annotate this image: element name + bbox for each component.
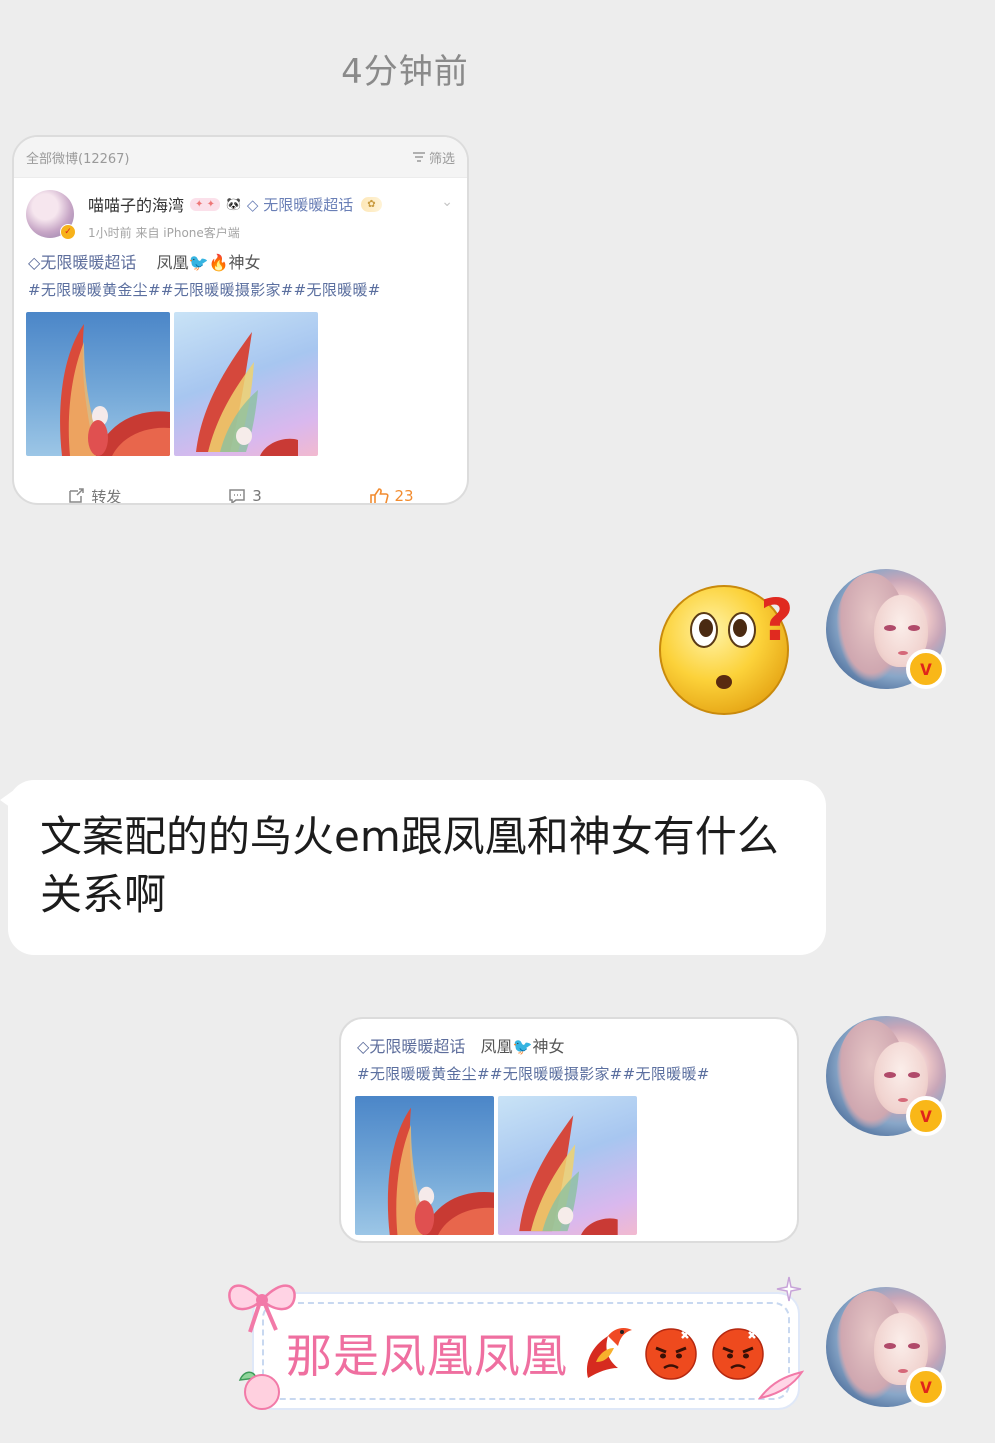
author-name[interactable]: 喵喵子的海湾: [88, 192, 184, 216]
post-meta: 喵喵子的海湾 ✦ ✦ 🐼 ◇ 无限暖暖超话 ✿ 1小时前 来自 iPhone客户…: [88, 190, 382, 241]
topic-icon: ◇: [357, 1037, 370, 1056]
comment-button[interactable]: 3: [228, 487, 262, 505]
sparkle-decoration: [776, 1276, 802, 1302]
post-text: ◇无限暖暖超话 凤凰🐦神女: [341, 1019, 797, 1057]
post-image-2[interactable]: [498, 1096, 637, 1235]
post-text-phoenix: 凤凰: [156, 253, 189, 272]
filter-button[interactable]: 筛选: [412, 148, 455, 167]
phoenix-emoji: [586, 1328, 632, 1378]
post-header: ✓ 喵喵子的海湾 ✦ ✦ 🐼 ◇ 无限暖暖超话 ✿ 1小时前 来自 iPhone…: [14, 178, 467, 245]
post-text-goddess: 神女: [228, 253, 261, 272]
like-count: 23: [394, 487, 414, 505]
post-time-source: 1小时前 来自 iPhone客户端: [88, 226, 240, 240]
post-images: [14, 300, 467, 456]
bow-decoration: [228, 1284, 296, 1333]
all-posts-label: 全部微博(12267): [26, 151, 130, 167]
phoenix-emoji: 🐦: [512, 1037, 533, 1056]
angry-face-emoji: [712, 1328, 764, 1380]
message-timestamp: 4分钟前: [341, 52, 469, 92]
post-action-bar: 转发 3 23: [14, 474, 467, 505]
shared-weibo-card[interactable]: 全部微博(12267) 筛选 ✓ 喵喵子的海湾 ✦ ✦ 🐼 ◇ 无限暖暖超话 ✿…: [12, 135, 469, 505]
comment-count: 3: [252, 487, 262, 505]
message-bubble[interactable]: 文案配的的鸟火em跟凤凰和神女有什么关系啊: [8, 780, 826, 955]
topic-link[interactable]: 无限暖暖超话: [40, 253, 136, 272]
fire-emoji: 🔥: [208, 253, 229, 272]
peach-decoration: [238, 1371, 280, 1410]
bird-emoji: 🐦: [188, 253, 209, 272]
angry-face-emoji: [645, 1328, 697, 1380]
supertopic-chip[interactable]: ◇ 无限暖暖超话: [247, 194, 353, 215]
chevron-down-icon[interactable]: ⌄: [441, 194, 453, 210]
filter-icon: [412, 152, 425, 162]
topic-link[interactable]: 无限暖暖超话: [369, 1037, 465, 1056]
author-avatar[interactable]: ✓: [26, 190, 76, 240]
verified-v-icon: v: [906, 1096, 946, 1136]
supertopic-chip-label: 无限暖暖超话: [263, 195, 354, 214]
filter-label: 筛选: [428, 151, 455, 167]
verified-v-icon: v: [906, 649, 946, 689]
post-text-goddess: 神女: [532, 1037, 565, 1056]
svg-text:?: ?: [760, 586, 794, 654]
post-images: [341, 1084, 797, 1235]
post-image-2[interactable]: [174, 312, 318, 456]
user-badge-icon: ✦ ✦: [190, 197, 220, 211]
panda-icon: 🐼: [225, 197, 241, 211]
post-hashtags[interactable]: #无限暖暖黄金尘##无限暖暖摄影家##无限暖暖#: [14, 273, 467, 300]
topic-icon: ◇: [28, 253, 41, 272]
fans-badge-icon: ✿: [361, 196, 382, 212]
post-image-1[interactable]: [26, 312, 170, 456]
post-text: ◇无限暖暖超话 凤凰🐦🔥神女: [14, 245, 467, 273]
comment-icon: [229, 489, 245, 503]
like-icon: [369, 488, 389, 503]
post-text-phoenix: 凤凰: [480, 1037, 513, 1056]
repost-label: 转发: [91, 487, 122, 505]
sticker-message-text: 那是凤凰凤凰: [286, 1329, 568, 1383]
repost-icon: [69, 488, 85, 503]
post-image-1[interactable]: [355, 1096, 494, 1235]
question-face-emoji: ?: [659, 585, 794, 715]
card-topbar: 全部微博(12267) 筛选: [14, 137, 467, 178]
shared-post-card[interactable]: ◇无限暖暖超话 凤凰🐦神女 #无限暖暖黄金尘##无限暖暖摄影家##无限暖暖#: [339, 1017, 799, 1243]
verified-v-icon: ✓: [60, 224, 76, 240]
repost-button[interactable]: 转发: [67, 486, 122, 505]
verified-v-icon: v: [906, 1367, 946, 1407]
post-hashtags[interactable]: #无限暖暖黄金尘##无限暖暖摄影家##无限暖暖#: [341, 1057, 797, 1084]
like-button[interactable]: 23: [369, 487, 414, 505]
